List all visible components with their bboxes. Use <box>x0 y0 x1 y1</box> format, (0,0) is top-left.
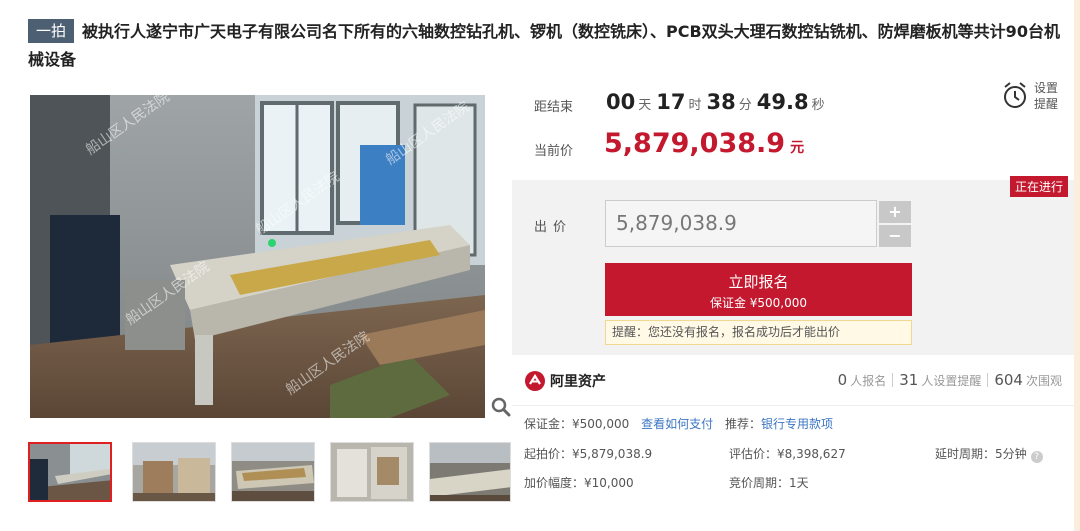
factory-photo-illustration: 船山区人民法院 船山区人民法院 船山区人民法院 船山区人民法院 船山区人民法院 <box>30 95 485 418</box>
brand-name: 阿里资产 <box>550 374 606 390</box>
countdown-seconds: 49.8 <box>756 90 809 114</box>
deposit-row: 保证金：¥500,000 查看如何支付 推荐：银行专用款项 <box>524 415 833 432</box>
listing-title: 一拍 被执行人遂宁市广天电子有限公司名下所有的六轴数控钻孔机、锣机（数控铣床）、P… <box>28 18 1068 74</box>
countdown-timer: 00 天 17 时 38 分 49.8 秒 <box>606 90 830 114</box>
thumbnail-5[interactable] <box>429 442 511 502</box>
countdown-days: 00 <box>606 90 636 114</box>
question-mark-icon[interactable]: ? <box>1030 451 1043 463</box>
how-to-pay-link[interactable]: 查看如何支付 <box>641 417 713 431</box>
bank-funds-link[interactable]: 银行专用款项 <box>761 417 833 431</box>
current-price-label: 当前价 <box>534 144 574 159</box>
bid-increment: 加价幅度：¥10,000 <box>524 476 634 490</box>
ali-asset-logo-icon <box>525 371 545 391</box>
view-count: 604 <box>994 371 1023 389</box>
view-label: 次围观 <box>1025 374 1062 388</box>
reminder-count-label: 人设置提醒 <box>921 374 982 388</box>
page-edge-accent <box>1074 0 1080 531</box>
countdown-minutes: 38 <box>706 90 736 114</box>
register-button-label: 立即报名 <box>728 273 789 291</box>
current-price-unit: 元 <box>790 140 805 156</box>
minutes-unit: 分 <box>738 98 752 113</box>
delay-period-text: 延时周期：5分钟 <box>935 447 1027 461</box>
thumbnail-1[interactable] <box>28 442 112 502</box>
bid-amount-input[interactable]: 5,879,038.9 <box>605 200 877 247</box>
signup-count: 0 <box>837 371 848 389</box>
auction-stats: 0 人报名 31 人设置提醒 604 次围观 <box>838 371 1062 389</box>
recommend-label: 推荐： <box>724 417 761 431</box>
hours-unit: 时 <box>688 98 702 113</box>
set-reminder-label: 设置提醒 <box>1034 81 1059 111</box>
countdown-label: 距结束 <box>534 100 574 115</box>
stats-divider <box>892 373 894 387</box>
stats-divider <box>987 373 989 387</box>
register-button-deposit: 保证金 ¥500,000 <box>709 296 808 310</box>
current-price-value: 5,879,038.9 <box>604 128 786 159</box>
reminder-count: 31 <box>899 371 919 389</box>
thumbnail-3[interactable] <box>231 442 315 502</box>
main-photo[interactable]: 船山区人民法院 船山区人民法院 船山区人民法院 船山区人民法院 船山区人民法院 <box>30 95 485 418</box>
thumbnail-4[interactable] <box>330 442 414 502</box>
bid-panel: 正在进行 出价 5,879,038.9 + − 立即报名 保证金 ¥500,00… <box>512 176 1074 355</box>
deposit-info: 保证金：¥500,000 <box>524 417 630 431</box>
days-unit: 天 <box>638 98 652 113</box>
seconds-unit: 秒 <box>811 98 825 113</box>
status-badge: 正在进行 <box>1009 176 1068 197</box>
divider <box>512 405 1074 406</box>
appraised-price: 评估价：¥8,398,627 <box>729 447 846 461</box>
auction-round-badge: 一拍 <box>28 19 75 43</box>
start-price: 起拍价：¥5,879,038.9 <box>524 447 653 461</box>
current-price: 5,879,038.9 元 <box>604 128 804 159</box>
listing-title-text: 被执行人遂宁市广天电子有限公司名下所有的六轴数控钻孔机、锣机（数控铣床）、PCB… <box>28 22 1060 69</box>
magnifier-zoom-icon[interactable] <box>490 396 512 418</box>
registration-tip: 提醒：您还没有报名，报名成功后才能出价 <box>605 320 912 345</box>
decrease-bid-button[interactable]: − <box>879 225 911 247</box>
bid-label: 出价 <box>534 220 573 235</box>
alarm-clock-icon <box>1004 82 1026 108</box>
delay-period: 延时周期：5分钟? <box>935 445 1043 463</box>
bid-cycle: 竞价周期：1天 <box>729 476 809 490</box>
set-reminder-button[interactable]: 设置提醒 <box>1002 80 1064 112</box>
increase-bid-button[interactable]: + <box>879 201 911 223</box>
auction-info-panel: 阿里资产 0 人报名 31 人设置提醒 604 次围观 保证金：¥500,000 查看如何… <box>512 355 1074 505</box>
register-now-button[interactable]: 立即报名 保证金 ¥500,000 <box>605 263 912 316</box>
countdown-hours: 17 <box>656 90 686 114</box>
brand: 阿里资产 <box>524 370 606 392</box>
auction-status-panel: 距结束 00 天 17 时 38 分 49.8 秒 设置提醒 当前价 5,879,038.9 元 <box>512 72 1074 180</box>
thumbnail-2[interactable] <box>132 442 216 502</box>
signup-label: 人报名 <box>850 374 887 388</box>
